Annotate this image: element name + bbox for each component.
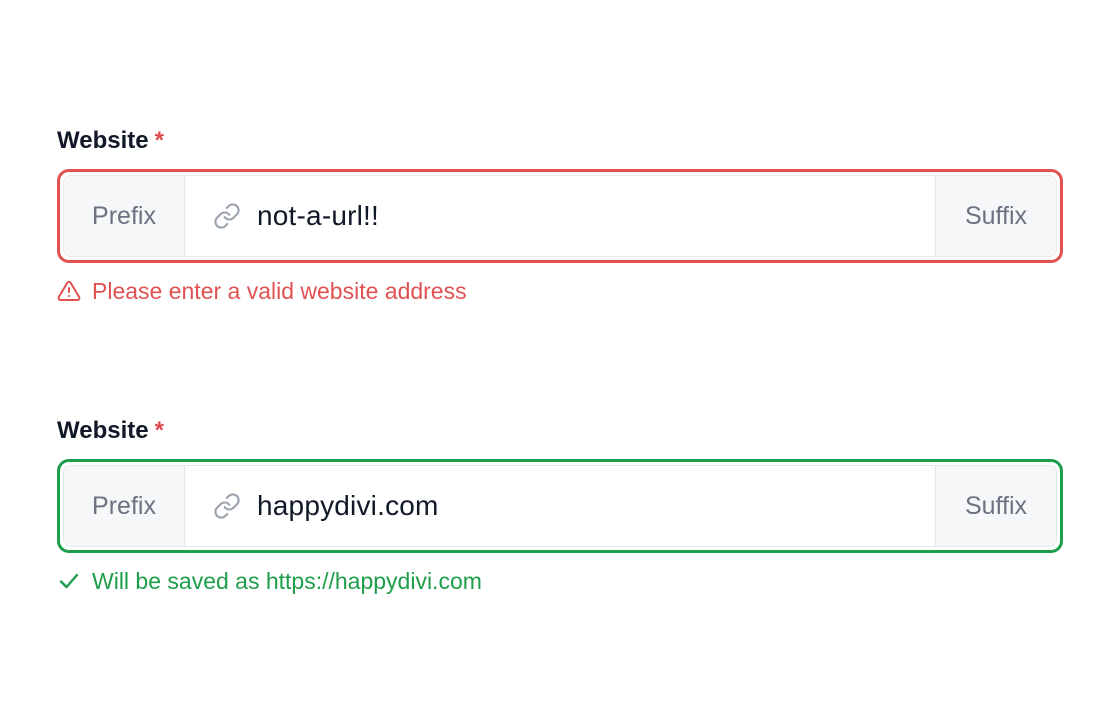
prefix-addon: Prefix: [64, 176, 185, 256]
field-label: Website *: [57, 416, 1063, 446]
link-icon: [213, 202, 241, 230]
field-label-text: Website: [57, 127, 149, 154]
input-value[interactable]: happydivi.com: [257, 490, 439, 522]
website-field-invalid: Website * Prefix not-a-url!! Suffix Plea…: [57, 126, 1063, 304]
success-message-text: Will be saved as https://happydivi.com: [92, 568, 482, 594]
suffix-addon: Suffix: [935, 176, 1056, 256]
check-icon: [57, 569, 81, 593]
suffix-addon: Suffix: [935, 466, 1056, 546]
input-group-inner: Prefix not-a-url!! Suffix: [63, 175, 1057, 257]
success-message: Will be saved as https://happydivi.com: [57, 566, 482, 596]
website-input[interactable]: happydivi.com: [185, 466, 935, 546]
error-message: Please enter a valid website address: [57, 276, 467, 306]
website-input[interactable]: not-a-url!!: [185, 176, 935, 256]
prefix-addon: Prefix: [64, 466, 185, 546]
error-message-text: Please enter a valid website address: [92, 278, 467, 304]
input-group-inner: Prefix happydivi.com Suffix: [63, 465, 1057, 547]
input-group: Prefix happydivi.com Suffix: [57, 459, 1063, 553]
field-label: Website *: [57, 126, 1063, 156]
required-asterisk: *: [154, 417, 164, 444]
link-icon: [213, 492, 241, 520]
field-label-text: Website: [57, 417, 149, 444]
input-value[interactable]: not-a-url!!: [257, 200, 379, 232]
warning-icon: [57, 279, 81, 303]
website-field-valid: Website* Prefix happydivi.com Suffix Wi: [57, 416, 1063, 594]
input-group: Prefix not-a-url!! Suffix: [57, 169, 1063, 263]
required-asterisk: *: [154, 127, 164, 154]
